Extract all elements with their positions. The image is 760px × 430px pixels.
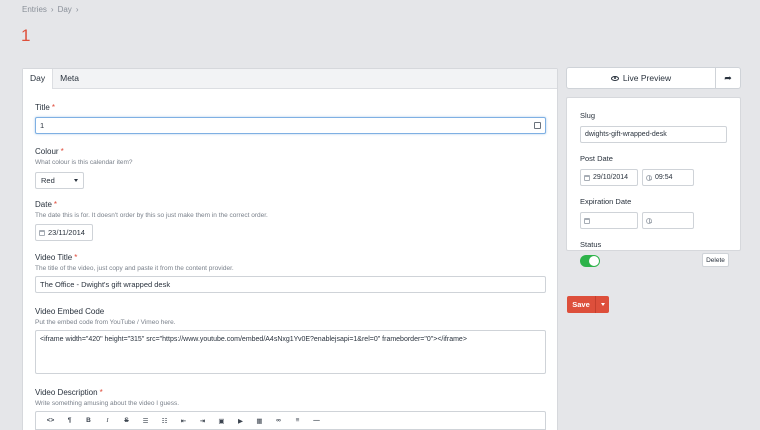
video-description-instructions: Write something amusing about the video …	[35, 400, 180, 407]
breadcrumb-entries[interactable]: Entries	[22, 5, 47, 14]
video-description-label: Video Description	[35, 388, 98, 397]
required-marker: *	[53, 200, 58, 209]
breadcrumb-separator: ›	[50, 5, 54, 14]
slug-label: Slug	[580, 111, 596, 120]
post-date-field: Post Date 29/10/2014 09:54	[580, 154, 694, 186]
colour-field: Colour * What colour is this calendar ite…	[35, 147, 133, 189]
video-embed-value: <iframe width="420" height="315" src="ht…	[40, 336, 467, 343]
save-options-button[interactable]	[596, 296, 609, 313]
meta-panel: Slug dwights-gift-wrapped-desk Post Date…	[566, 97, 741, 267]
tab-day[interactable]: Day	[23, 69, 54, 89]
italic-icon[interactable]: I	[98, 414, 117, 428]
entry-form-panel: Day Meta Title * 1 Colour * What colour is…	[22, 68, 558, 430]
calendar-icon	[584, 174, 590, 181]
chevron-down-icon	[74, 179, 78, 182]
calendar-icon	[39, 229, 45, 236]
status-toggle[interactable]	[580, 255, 600, 267]
required-marker: *	[99, 388, 103, 397]
expiration-time-input[interactable]	[642, 212, 694, 229]
bold-icon[interactable]: B	[79, 414, 98, 428]
slug-input[interactable]: dwights-gift-wrapped-desk	[580, 126, 727, 143]
chevron-down-icon	[600, 303, 605, 306]
status-field: Status	[580, 240, 601, 267]
video-icon[interactable]: ▶	[231, 414, 250, 428]
breadcrumb: Entries › Day ›	[22, 5, 78, 14]
html-icon[interactable]: <>	[41, 414, 60, 428]
date-input-value: 23/11/2014	[48, 228, 85, 237]
date-field: Date * The date this is for. It doesn't o…	[35, 200, 268, 241]
share-button[interactable]: ➦	[716, 68, 740, 88]
required-marker: *	[60, 147, 64, 156]
video-embed-label: Video Embed Code	[35, 307, 105, 316]
video-title-input-value: The Office - Dwight's gift wrapped desk	[40, 280, 171, 289]
expiration-date-input[interactable]	[580, 212, 638, 229]
colour-select[interactable]: Red	[35, 172, 84, 189]
autofill-icon	[534, 122, 541, 129]
video-embed-instructions: Put the embed code from YouTube / Vimeo …	[35, 319, 176, 326]
share-icon: ➦	[724, 72, 732, 83]
required-marker: *	[74, 253, 78, 262]
title-label: Title	[35, 103, 50, 112]
post-date-input[interactable]: 29/10/2014	[580, 169, 638, 186]
live-preview-label: Live Preview	[622, 73, 672, 83]
status-label: Status	[580, 240, 602, 249]
post-time-value: 09:54	[655, 174, 673, 181]
title-field: Title * 1	[35, 103, 546, 134]
expiration-date-label: Expiration Date	[580, 197, 632, 206]
colour-select-value: Red	[41, 176, 55, 185]
indent-icon[interactable]: ⇥	[193, 414, 212, 428]
ordered-list-icon[interactable]: ☷	[155, 414, 174, 428]
clock-icon	[646, 217, 652, 224]
slug-value: dwights-gift-wrapped-desk	[585, 131, 667, 138]
date-input[interactable]: 23/11/2014	[35, 224, 93, 241]
unordered-list-icon[interactable]: ☰	[136, 414, 155, 428]
calendar-icon	[584, 217, 590, 224]
video-embed-field: Video Embed Code Put the embed code from…	[35, 307, 546, 374]
table-icon[interactable]: ▦	[250, 414, 269, 428]
link-icon[interactable]: ∞	[269, 414, 288, 428]
video-title-input[interactable]: The Office - Dwight's gift wrapped desk	[35, 276, 546, 293]
title-input[interactable]: 1	[35, 117, 546, 134]
strikethrough-icon[interactable]: S	[117, 414, 136, 428]
colour-instructions: What colour is this calendar item?	[35, 159, 133, 166]
tab-meta[interactable]: Meta	[53, 69, 86, 88]
title-input-value: 1	[40, 121, 45, 130]
image-icon[interactable]: ▣	[212, 414, 231, 428]
save-button-group: Save	[567, 296, 609, 313]
page-title: 1	[21, 26, 31, 45]
video-title-label: Video Title	[35, 253, 73, 262]
video-embed-textarea[interactable]: <iframe width="420" height="315" src="ht…	[35, 330, 546, 374]
clock-icon	[646, 174, 652, 181]
post-date-label: Post Date	[580, 154, 613, 163]
eye-icon	[610, 75, 619, 81]
video-title-instructions: The title of the video, just copy and pa…	[35, 265, 234, 272]
required-marker: *	[51, 103, 55, 112]
save-button[interactable]: Save	[567, 296, 596, 313]
editor-toolbar: <> ¶ B I S ☰ ☷ ⇤ ⇥ ▣ ▶ ▦ ∞ ≡ —	[35, 411, 546, 430]
horizontal-rule-icon[interactable]: —	[307, 414, 326, 428]
video-title-field: Video Title * The title of the video, jus…	[35, 253, 546, 293]
colour-label: Colour	[35, 147, 59, 156]
post-date-value: 29/10/2014	[593, 174, 629, 181]
tab-bar: Day Meta	[23, 69, 557, 89]
breadcrumb-day[interactable]: Day	[58, 5, 72, 14]
outdent-icon[interactable]: ⇤	[174, 414, 193, 428]
expiration-date-field: Expiration Date	[580, 197, 694, 229]
slug-field: Slug dwights-gift-wrapped-desk	[580, 111, 727, 143]
live-preview-button[interactable]: Live Preview	[567, 68, 716, 88]
date-label: Date	[35, 200, 52, 209]
video-description-field: Video Description * Write something amusi…	[35, 388, 546, 430]
post-time-input[interactable]: 09:54	[642, 169, 694, 186]
breadcrumb-separator: ›	[75, 5, 79, 14]
date-instructions: The date this is for. It doesn't order b…	[35, 212, 268, 219]
delete-button[interactable]: Delete	[702, 253, 729, 267]
paragraph-icon[interactable]: ¶	[60, 414, 79, 428]
align-icon[interactable]: ≡	[288, 414, 307, 428]
live-preview-group: Live Preview ➦	[566, 67, 741, 89]
